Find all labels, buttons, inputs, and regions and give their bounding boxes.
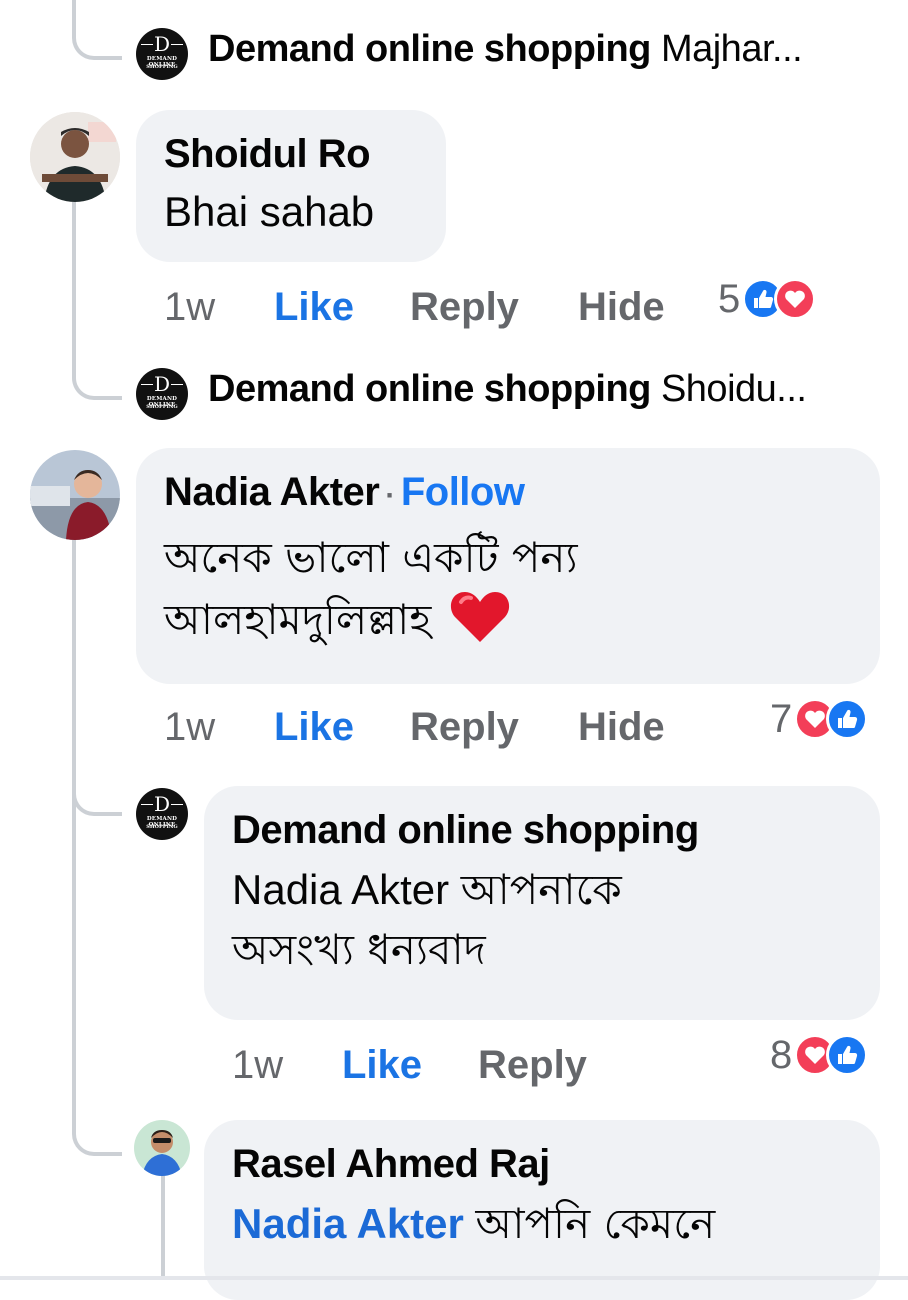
comment-text: অনেক ভালো একটি পন্য bbox=[164, 533, 578, 582]
reply-preview: Shoidu... bbox=[660, 368, 807, 410]
reaction-count: 5 bbox=[718, 276, 741, 321]
like-icon bbox=[826, 1034, 869, 1076]
comment-time[interactable]: 1w bbox=[164, 282, 215, 332]
thread-elbow bbox=[72, 1080, 122, 1156]
comment-time[interactable]: 1w bbox=[164, 702, 215, 752]
comment-bubble: Shoidul Ro Bhai sahab bbox=[136, 110, 446, 262]
reaction-count: 8 bbox=[770, 1032, 793, 1077]
thread-line bbox=[72, 540, 76, 1100]
like-icon bbox=[826, 698, 869, 740]
comment-bubble: Demand online shopping Nadia Akter আপনাক… bbox=[204, 786, 880, 1020]
comment-actions: 1w Like Reply Hide bbox=[164, 282, 724, 332]
like-button[interactable]: Like bbox=[342, 1040, 422, 1090]
mention-link[interactable]: Nadia Akter bbox=[232, 1200, 464, 1247]
reply-button[interactable]: Reply bbox=[478, 1040, 587, 1090]
reply-preview: Majhar... bbox=[660, 28, 803, 70]
avatar-letter: D bbox=[136, 794, 188, 814]
hide-button[interactable]: Hide bbox=[578, 702, 665, 752]
collapsed-reply[interactable]: Demand online shopping Shoidu... bbox=[208, 368, 888, 411]
comment-author[interactable]: Demand online shopping bbox=[232, 806, 852, 854]
comment-text: Nadia Akter আপনি কেমনে bbox=[232, 1194, 852, 1254]
reaction-count: 7 bbox=[770, 696, 793, 741]
comment-text-line: আপনাকে bbox=[460, 865, 622, 914]
love-icon bbox=[774, 278, 817, 320]
reply-button[interactable]: Reply bbox=[410, 702, 519, 752]
avatar[interactable] bbox=[30, 112, 120, 202]
avatar-text: SHOPPING bbox=[146, 824, 178, 830]
comment-text-line: আলহামদুলিল্লাহ bbox=[164, 595, 432, 644]
reply-button[interactable]: Reply bbox=[410, 282, 519, 332]
comment-text: অসংখ্য ধন্যবাদ bbox=[232, 925, 486, 974]
reaction-summary[interactable]: 7 bbox=[770, 696, 869, 742]
comment-author[interactable]: Nadia Akter bbox=[164, 470, 380, 514]
avatar-text: SHOPPING bbox=[146, 404, 178, 410]
comment-actions: 1w Like Reply Hide bbox=[164, 702, 724, 752]
mention-text[interactable]: Nadia Akter bbox=[232, 866, 449, 913]
thread-elbow bbox=[72, 740, 122, 816]
avatar-letter: D bbox=[136, 34, 188, 54]
page-avatar[interactable]: D DEMAND ONLINE SHOPPING bbox=[136, 28, 188, 80]
reply-author: Demand online shopping bbox=[208, 28, 651, 70]
comment-bubble: Rasel Ahmed Raj Nadia Akter আপনি কেমনে bbox=[204, 1120, 880, 1300]
bottom-divider bbox=[0, 1276, 908, 1280]
page-avatar[interactable]: D DEMAND ONLINE SHOPPING bbox=[136, 368, 188, 420]
comment-text-line: আপনি কেমনে bbox=[475, 1199, 716, 1248]
avatar-letter: D bbox=[136, 374, 188, 394]
like-button[interactable]: Like bbox=[274, 282, 354, 332]
thread-elbow bbox=[72, 200, 122, 400]
avatar[interactable] bbox=[30, 450, 120, 540]
comment-text: Bhai sahab bbox=[164, 188, 375, 235]
comment-author[interactable]: Rasel Ahmed Raj bbox=[232, 1140, 852, 1188]
comment-text: Nadia Akter আপনাকে bbox=[232, 860, 852, 920]
reaction-summary[interactable]: 5 bbox=[718, 276, 817, 322]
comment-text: আলহামদুলিল্লাহ ❤️ bbox=[164, 588, 852, 650]
comment-header: Nadia Akter · Follow bbox=[164, 468, 852, 520]
hide-button[interactable]: Hide bbox=[578, 282, 665, 332]
reply-author: Demand online shopping bbox=[208, 368, 651, 410]
comment-actions: 1w Like Reply bbox=[232, 1040, 652, 1090]
page-avatar[interactable]: D DEMAND ONLINE SHOPPING bbox=[136, 788, 188, 840]
collapsed-reply[interactable]: Demand online shopping Majhar... bbox=[208, 28, 888, 71]
like-button[interactable]: Like bbox=[274, 702, 354, 752]
comment-time[interactable]: 1w bbox=[232, 1040, 283, 1090]
thread-line bbox=[161, 1176, 165, 1276]
avatar[interactable] bbox=[134, 1120, 190, 1176]
comment-bubble: Nadia Akter · Follow অনেক ভালো একটি পন্য আ… bbox=[136, 448, 880, 684]
thread-elbow bbox=[72, 0, 122, 60]
comment-author[interactable]: Shoidul Ro bbox=[164, 130, 418, 178]
reaction-summary[interactable]: 8 bbox=[770, 1032, 869, 1078]
avatar-text: SHOPPING bbox=[146, 64, 178, 70]
follow-button[interactable]: Follow bbox=[401, 470, 525, 514]
heart-emoji bbox=[450, 592, 509, 642]
separator-dot: · bbox=[385, 479, 395, 512]
